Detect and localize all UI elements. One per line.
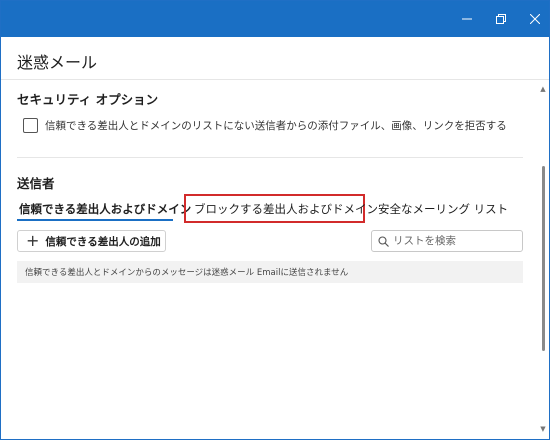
active-tab-indicator — [17, 219, 173, 221]
block-attachments-label[interactable]: 信頼できる差出人とドメインのリストにない送信者からの添付ファイル、画像、リンクを… — [45, 118, 507, 133]
empty-list-message: 信頼できる差出人とドメインからのメッセージは迷惑メール Emailに送信されませ… — [17, 261, 523, 283]
minimize-icon — [462, 18, 472, 20]
tab-trusted-senders[interactable]: 信頼できる差出人およびドメイン — [19, 201, 191, 217]
minimize-button[interactable] — [449, 1, 485, 37]
junk-mail-dialog: 迷惑メール セキュリティ オプション 信頼できる差出人とドメインのリストにない送… — [0, 0, 550, 440]
security-options-heading: セキュリティ オプション — [17, 92, 159, 107]
senders-heading: 送信者 — [17, 176, 55, 191]
block-attachments-checkbox[interactable] — [23, 118, 38, 133]
add-trusted-sender-label: 信頼できる差出人の追加 — [45, 235, 161, 248]
scroll-up-arrow[interactable]: ▲ — [539, 85, 547, 93]
empty-list-text: 信頼できる差出人とドメインからのメッセージは迷惑メール Emailに送信されませ… — [25, 268, 349, 278]
close-icon — [530, 14, 540, 24]
restore-icon — [496, 14, 506, 24]
scrollbar-thumb[interactable] — [542, 166, 545, 351]
add-trusted-sender-button[interactable]: + 信頼できる差出人の追加 — [17, 230, 166, 252]
plus-icon: + — [26, 231, 40, 250]
divider — [17, 157, 523, 158]
tab-safe-mailing-lists[interactable]: 安全なメーリング リスト — [378, 201, 508, 217]
tab-blocked-senders[interactable]: ブロックする差出人およびドメイン — [194, 201, 378, 217]
dialog-title: 迷惑メール — [17, 53, 98, 72]
search-icon — [378, 235, 389, 247]
restore-button[interactable] — [483, 1, 519, 37]
search-box[interactable] — [371, 230, 523, 252]
divider — [1, 79, 549, 80]
close-button[interactable] — [517, 1, 549, 37]
title-bar — [1, 1, 549, 37]
scroll-down-arrow[interactable]: ▼ — [539, 425, 547, 433]
search-input[interactable] — [393, 235, 513, 247]
